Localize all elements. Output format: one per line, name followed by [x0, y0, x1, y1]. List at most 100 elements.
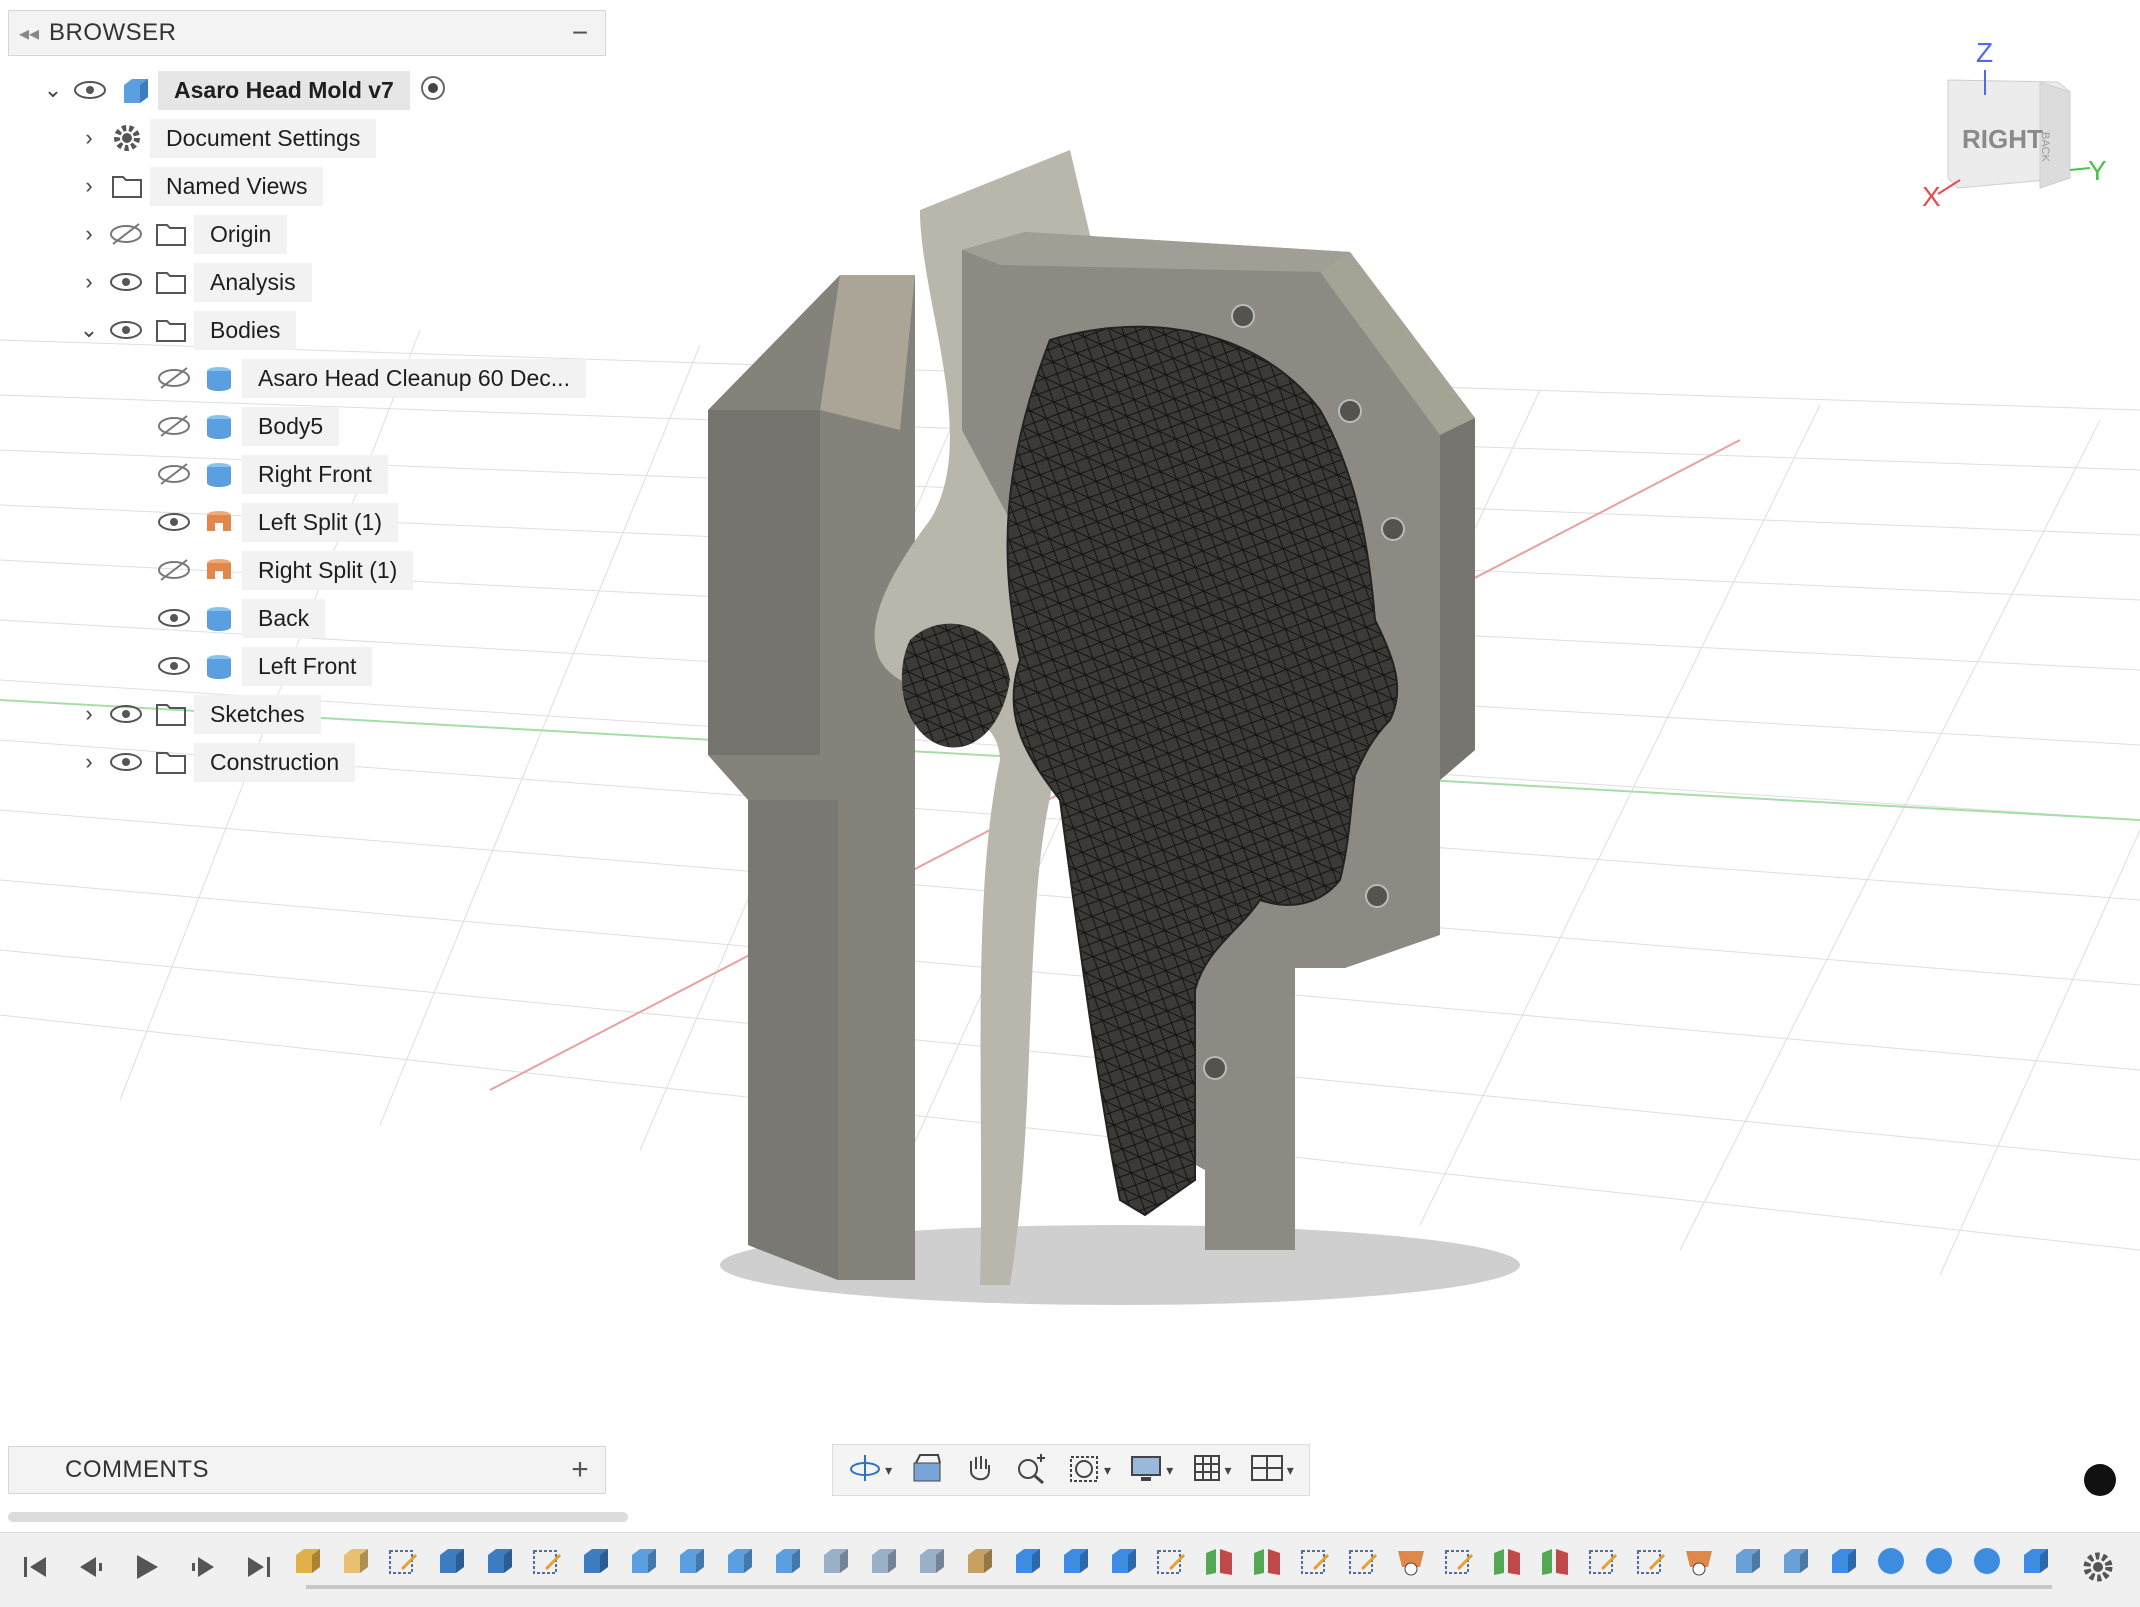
horizontal-scrollbar[interactable]: [8, 1512, 628, 1522]
eye-icon[interactable]: [152, 608, 196, 628]
eye-hidden-icon[interactable]: [152, 462, 196, 486]
collapse-panel-icon[interactable]: ◂◂: [9, 21, 49, 46]
sphere-feature-icon[interactable]: [1874, 1543, 1908, 1579]
minimize-panel-button[interactable]: −: [555, 17, 605, 49]
revolve-feature-icon[interactable]: [1394, 1543, 1428, 1579]
step-forward-icon[interactable]: [186, 1547, 220, 1587]
add-comment-button[interactable]: +: [555, 1453, 605, 1487]
chevron-right-icon[interactable]: ›: [74, 269, 104, 295]
status-icon[interactable]: [2084, 1464, 2116, 1496]
step-back-icon[interactable]: [74, 1547, 108, 1587]
tree-row-origin[interactable]: › Origin: [74, 212, 288, 256]
chevron-down-icon[interactable]: ⌄: [74, 317, 104, 343]
zoom-tool[interactable]: [1015, 1451, 1049, 1490]
move-feature-icon[interactable]: [1730, 1543, 1764, 1579]
chevron-down-icon[interactable]: ▾: [1287, 1462, 1294, 1479]
eye-icon[interactable]: [104, 704, 148, 724]
combine-feature-icon[interactable]: [962, 1543, 996, 1579]
tree-row-sketches[interactable]: › Sketches: [74, 692, 321, 736]
tree-row-document-settings[interactable]: › Document Settings: [74, 116, 377, 160]
tree-row-document[interactable]: ⌄ Asaro Head Mold v7: [38, 68, 448, 112]
split-feature-icon[interactable]: [1250, 1543, 1284, 1579]
body-feature-icon[interactable]: [1826, 1543, 1860, 1579]
eye-icon[interactable]: [68, 80, 112, 100]
tree-row-construction[interactable]: › Construction: [74, 740, 356, 784]
eye-hidden-icon[interactable]: [104, 222, 148, 246]
go-to-end-icon[interactable]: [242, 1547, 276, 1587]
body-feature-icon[interactable]: [1058, 1543, 1092, 1579]
eye-icon[interactable]: [104, 272, 148, 292]
gear-icon[interactable]: [2080, 1549, 2116, 1590]
tree-row-body[interactable]: Left Front: [152, 644, 373, 688]
tree-row-body[interactable]: Right Front: [152, 452, 388, 496]
split-feature-icon[interactable]: [1202, 1543, 1236, 1579]
box-feature-icon[interactable]: [770, 1543, 804, 1579]
revolve-feature-icon[interactable]: [1682, 1543, 1716, 1579]
tree-row-body[interactable]: Asaro Head Cleanup 60 Dec...: [152, 356, 586, 400]
go-to-start-icon[interactable]: [18, 1547, 52, 1587]
sphere-feature-icon[interactable]: [1922, 1543, 1956, 1579]
look-at-tool[interactable]: [910, 1451, 944, 1490]
canvas-viewport[interactable]: RIGHT BACK Z X Y: [0, 0, 2140, 1606]
chevron-down-icon[interactable]: ⌄: [38, 77, 68, 103]
eye-icon[interactable]: [104, 752, 148, 772]
tree-row-bodies[interactable]: ⌄ Bodies: [74, 308, 297, 352]
timeline-track[interactable]: [306, 1585, 2052, 1589]
extrude-feature-icon[interactable]: [434, 1543, 468, 1579]
extrude-feature-icon[interactable]: [578, 1543, 612, 1579]
body-feature-icon[interactable]: [2018, 1543, 2052, 1579]
split-feature-icon[interactable]: [1490, 1543, 1524, 1579]
chevron-down-icon[interactable]: ▾: [885, 1462, 892, 1479]
chevron-right-icon[interactable]: ›: [74, 749, 104, 775]
chevron-down-icon[interactable]: ▾: [1166, 1462, 1173, 1479]
chevron-down-icon[interactable]: ▾: [1225, 1462, 1232, 1479]
orbit-tool[interactable]: ▾: [848, 1451, 892, 1490]
box-feature-icon[interactable]: [674, 1543, 708, 1579]
eye-icon[interactable]: [152, 512, 196, 532]
sketch-feature-icon[interactable]: [1346, 1543, 1380, 1579]
sketch-feature-icon[interactable]: [1298, 1543, 1332, 1579]
play-icon[interactable]: [130, 1547, 164, 1587]
chevron-right-icon[interactable]: ›: [74, 701, 104, 727]
chevron-right-icon[interactable]: ›: [74, 125, 104, 151]
fillet-feature-icon[interactable]: [818, 1543, 852, 1579]
viewports-tool[interactable]: ▾: [1250, 1453, 1294, 1488]
grid-tool[interactable]: ▾: [1192, 1453, 1232, 1488]
split-feature-icon[interactable]: [1538, 1543, 1572, 1579]
extrude-feature-icon[interactable]: [482, 1543, 516, 1579]
box-feature-icon[interactable]: [626, 1543, 660, 1579]
tree-row-body[interactable]: Left Split (1): [152, 500, 398, 544]
box-feature-icon[interactable]: [722, 1543, 756, 1579]
chevron-right-icon[interactable]: ›: [74, 173, 104, 199]
import-feature-icon[interactable]: [290, 1543, 324, 1579]
mold-model[interactable]: [708, 150, 1475, 1285]
sketch-feature-icon[interactable]: [1634, 1543, 1668, 1579]
body-feature-icon[interactable]: [1106, 1543, 1140, 1579]
move-feature-icon[interactable]: [1778, 1543, 1812, 1579]
body-feature-icon[interactable]: [1010, 1543, 1044, 1579]
tree-row-named-views[interactable]: › Named Views: [74, 164, 324, 208]
eye-icon[interactable]: [104, 320, 148, 340]
eye-hidden-icon[interactable]: [152, 558, 196, 582]
tree-row-analysis[interactable]: › Analysis: [74, 260, 312, 304]
sketch-feature-icon[interactable]: [386, 1543, 420, 1579]
sphere-feature-icon[interactable]: [1970, 1543, 2004, 1579]
chevron-right-icon[interactable]: ›: [74, 221, 104, 247]
sketch-box-feature-icon[interactable]: [338, 1543, 372, 1579]
tree-row-body[interactable]: Back: [152, 596, 326, 640]
eye-hidden-icon[interactable]: [152, 366, 196, 390]
tree-row-body[interactable]: Body5: [152, 404, 340, 448]
sketch-feature-icon[interactable]: [530, 1543, 564, 1579]
tree-row-body[interactable]: Right Split (1): [152, 548, 414, 592]
sketch-feature-icon[interactable]: [1442, 1543, 1476, 1579]
sketch-feature-icon[interactable]: [1586, 1543, 1620, 1579]
activate-component-icon[interactable]: [418, 73, 448, 108]
viewcube[interactable]: RIGHT BACK Z X Y: [1922, 37, 2107, 212]
fillet-feature-icon[interactable]: [914, 1543, 948, 1579]
fit-tool[interactable]: ▾: [1067, 1451, 1111, 1490]
sketch-feature-icon[interactable]: [1154, 1543, 1188, 1579]
eye-hidden-icon[interactable]: [152, 414, 196, 438]
chevron-down-icon[interactable]: ▾: [1104, 1462, 1111, 1479]
display-settings-tool[interactable]: ▾: [1129, 1451, 1173, 1490]
pan-tool[interactable]: [963, 1451, 997, 1490]
